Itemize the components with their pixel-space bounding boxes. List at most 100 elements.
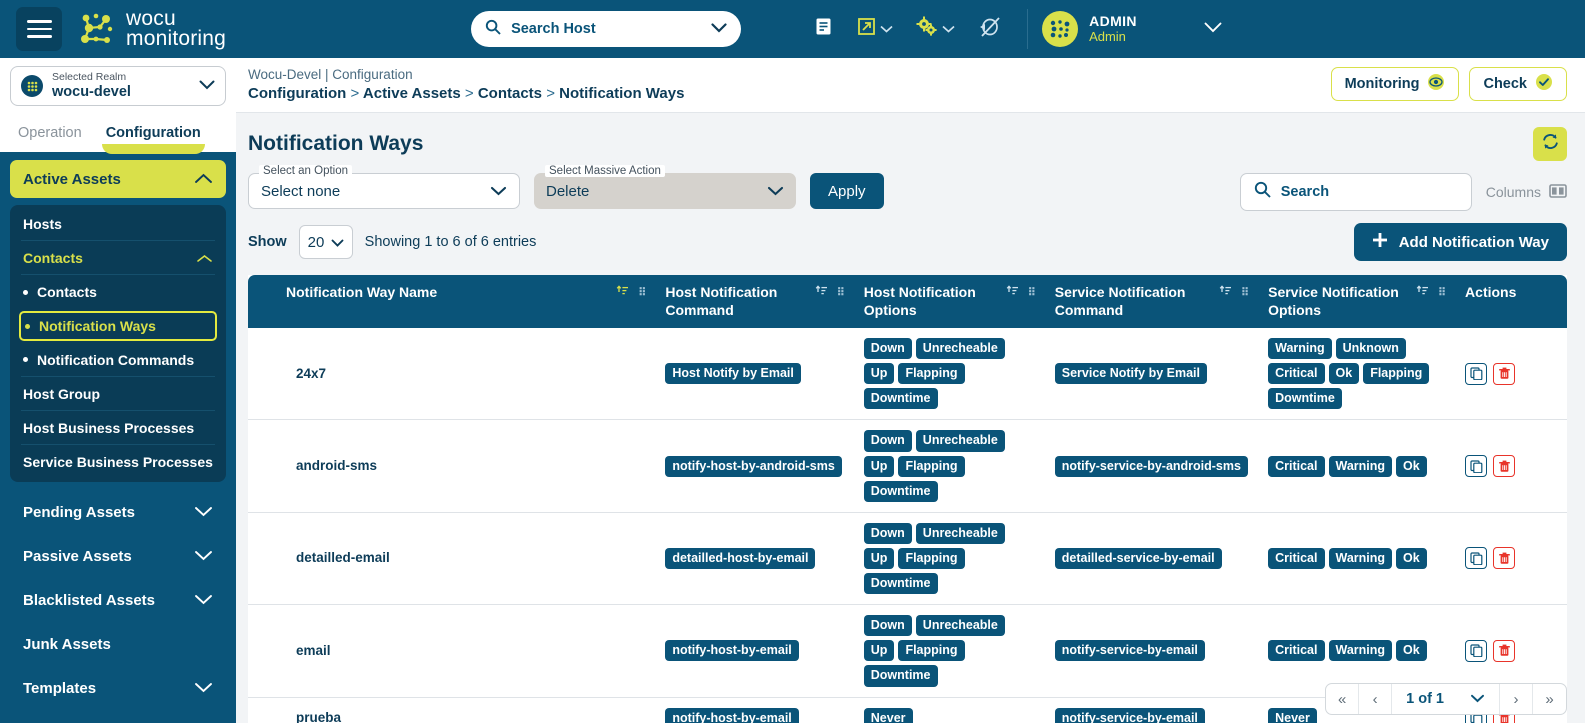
documentation-button[interactable] xyxy=(803,0,844,58)
sidebar-item-host-group[interactable]: Host Group xyxy=(21,377,215,411)
delete-icon[interactable] xyxy=(1493,362,1516,385)
host-option-tag: Unrecheable xyxy=(915,430,1005,452)
service-command-tag[interactable]: notify-service-by-email xyxy=(1054,640,1205,662)
bullet-icon xyxy=(25,323,30,329)
grip-icon[interactable]: ⠿ xyxy=(638,288,646,299)
chevron-down-icon[interactable] xyxy=(199,77,215,95)
notification-way-name-link[interactable]: 24x7 xyxy=(296,366,326,381)
row-actions xyxy=(1465,362,1557,385)
host-command-tag[interactable]: notify-host-by-android-sms xyxy=(665,455,842,477)
table-row[interactable]: 24x7 Host Notify by Email Down Unrecheable U… xyxy=(248,328,1567,421)
service-command-tag[interactable]: notify-service-by-android-sms xyxy=(1054,455,1248,477)
grip-icon[interactable]: ⠿ xyxy=(1028,288,1036,299)
notification-way-name-link[interactable]: android-sms xyxy=(296,458,377,473)
breadcrumb-item-active-assets[interactable]: Active Assets xyxy=(363,85,461,102)
notification-way-name-link[interactable]: detailled-email xyxy=(296,550,390,565)
apply-button[interactable]: Apply xyxy=(810,173,884,209)
external-link-menu-button[interactable] xyxy=(846,0,903,58)
service-command-tag[interactable]: Service Notify by Email xyxy=(1054,363,1208,385)
breadcrumb-item-notification-ways[interactable]: Notification Ways xyxy=(559,85,684,102)
search-input[interactable]: Search xyxy=(1239,173,1472,211)
delete-icon[interactable] xyxy=(1493,455,1516,478)
grip-icon[interactable]: ⠿ xyxy=(1438,288,1446,299)
add-notification-way-button[interactable]: Add Notification Way xyxy=(1353,223,1567,261)
notification-way-name-link[interactable]: email xyxy=(296,643,331,658)
host-search-input[interactable]: Search Host xyxy=(471,11,742,47)
breadcrumb-item-contacts[interactable]: Contacts xyxy=(478,85,542,102)
breadcrumb-item-configuration[interactable]: Configuration xyxy=(248,85,346,102)
pagination-next-button[interactable]: › xyxy=(1500,684,1533,714)
table-row[interactable]: detailled-email detailled-host-by-email Do… xyxy=(248,512,1567,606)
column-header-service-notification-command[interactable]: Service Notification Command ⠿ xyxy=(1044,275,1259,328)
refresh-button[interactable] xyxy=(1533,127,1567,161)
plus-icon xyxy=(1372,232,1388,252)
sidebar-item-hosts[interactable]: Hosts xyxy=(21,207,215,241)
sort-icon[interactable] xyxy=(616,285,629,303)
pagination-prev-button[interactable]: ‹ xyxy=(1359,684,1393,714)
column-label: Service Notification Command xyxy=(1054,284,1186,318)
search-placeholder: Search xyxy=(1280,184,1330,200)
copy-icon[interactable] xyxy=(1465,547,1488,570)
chevron-down-icon xyxy=(194,504,213,521)
host-option-tag: Downtime xyxy=(863,388,938,410)
hamburger-menu-button[interactable] xyxy=(16,7,62,51)
realm-label: Selected Realm xyxy=(52,71,127,83)
sidebar-group-templates[interactable]: Templates xyxy=(10,666,226,710)
chevron-down-icon[interactable] xyxy=(711,20,727,38)
chevron-down-icon[interactable] xyxy=(942,20,955,38)
tab-operation[interactable]: Operation xyxy=(6,115,94,152)
grip-icon[interactable]: ⠿ xyxy=(1241,288,1249,299)
header-buttons: Monitoring Check xyxy=(1330,67,1567,101)
copy-icon[interactable] xyxy=(1465,362,1488,385)
columns-label: Columns xyxy=(1485,184,1541,200)
select-massive-action-dropdown[interactable]: Delete xyxy=(534,173,796,209)
chevron-up-icon xyxy=(196,250,213,266)
pagination-first-button[interactable]: « xyxy=(1326,684,1360,714)
chevron-down-icon[interactable] xyxy=(880,20,893,38)
user-menu[interactable]: ADMIN Admin xyxy=(1042,11,1226,47)
host-command-tag[interactable]: notify-host-by-email xyxy=(665,640,799,662)
delete-icon[interactable] xyxy=(1493,639,1516,662)
sidebar-group-blacklisted-assets[interactable]: Blacklisted Assets xyxy=(10,578,226,622)
host-command-tag[interactable]: Host Notify by Email xyxy=(665,363,801,385)
sort-icon[interactable] xyxy=(1006,285,1019,303)
sidebar-group-junk-assets[interactable]: Junk Assets xyxy=(10,622,226,666)
column-header-host-notification-options[interactable]: Host Notification Options ⠿ xyxy=(853,275,1045,328)
copy-icon[interactable] xyxy=(1465,639,1488,662)
brand-logo-wordmark[interactable]: wocu monitoring xyxy=(80,8,226,49)
monitoring-button[interactable]: Monitoring xyxy=(1330,67,1460,101)
pagination-page-select[interactable]: 1 of 1 xyxy=(1392,684,1500,714)
columns-toggle[interactable]: Columns xyxy=(1486,183,1567,202)
sidebar-item-host-business-processes[interactable]: Host Business Processes xyxy=(21,411,215,445)
copy-icon[interactable] xyxy=(1465,455,1488,478)
sort-icon[interactable] xyxy=(1219,285,1232,303)
table-row[interactable]: android-sms notify-host-by-android-sms Dow… xyxy=(248,419,1567,513)
chevron-down-icon[interactable] xyxy=(1204,20,1222,38)
page-size-select[interactable]: 20 xyxy=(298,225,353,259)
tab-configuration[interactable]: Configuration xyxy=(94,115,213,154)
sidebar-item-contacts-group[interactable]: Contacts xyxy=(21,241,215,275)
sidebar-item-contacts[interactable]: Contacts xyxy=(21,275,215,309)
delete-icon[interactable] xyxy=(1493,547,1516,570)
sort-icon[interactable] xyxy=(1416,285,1429,303)
realm-selector[interactable]: Selected Realm wocu-devel xyxy=(10,66,226,106)
sidebar-item-notification-commands[interactable]: Notification Commands xyxy=(21,343,215,377)
select-option-dropdown[interactable]: Select none xyxy=(248,173,520,209)
sidebar-item-notification-ways[interactable]: Notification Ways xyxy=(19,311,217,341)
sort-icon[interactable] xyxy=(815,285,828,303)
column-header-notification-way-name[interactable]: Notification Way Name ⠿ xyxy=(248,275,656,328)
check-button[interactable]: Check xyxy=(1469,67,1567,101)
column-header-host-notification-command[interactable]: Host Notification Command ⠿ xyxy=(655,275,854,328)
column-header-service-notification-options[interactable]: Service Notification Options ⠿ xyxy=(1258,275,1456,328)
sidebar-group-active-assets[interactable]: Active Assets xyxy=(10,160,226,198)
service-command-tag[interactable]: detailled-service-by-email xyxy=(1054,547,1222,569)
settings-menu-button[interactable] xyxy=(905,0,965,58)
cell-service-notification-command: Service Notify by Email xyxy=(1044,328,1259,421)
disconnected-status-button[interactable] xyxy=(967,0,1013,58)
sidebar-group-passive-assets[interactable]: Passive Assets xyxy=(10,534,226,578)
pagination-last-button[interactable]: » xyxy=(1533,684,1566,714)
sidebar-item-service-business-processes[interactable]: Service Business Processes xyxy=(21,445,215,479)
sidebar-group-pending-assets[interactable]: Pending Assets xyxy=(10,490,226,534)
host-command-tag[interactable]: detailled-host-by-email xyxy=(665,547,816,569)
grip-icon[interactable]: ⠿ xyxy=(837,288,845,299)
